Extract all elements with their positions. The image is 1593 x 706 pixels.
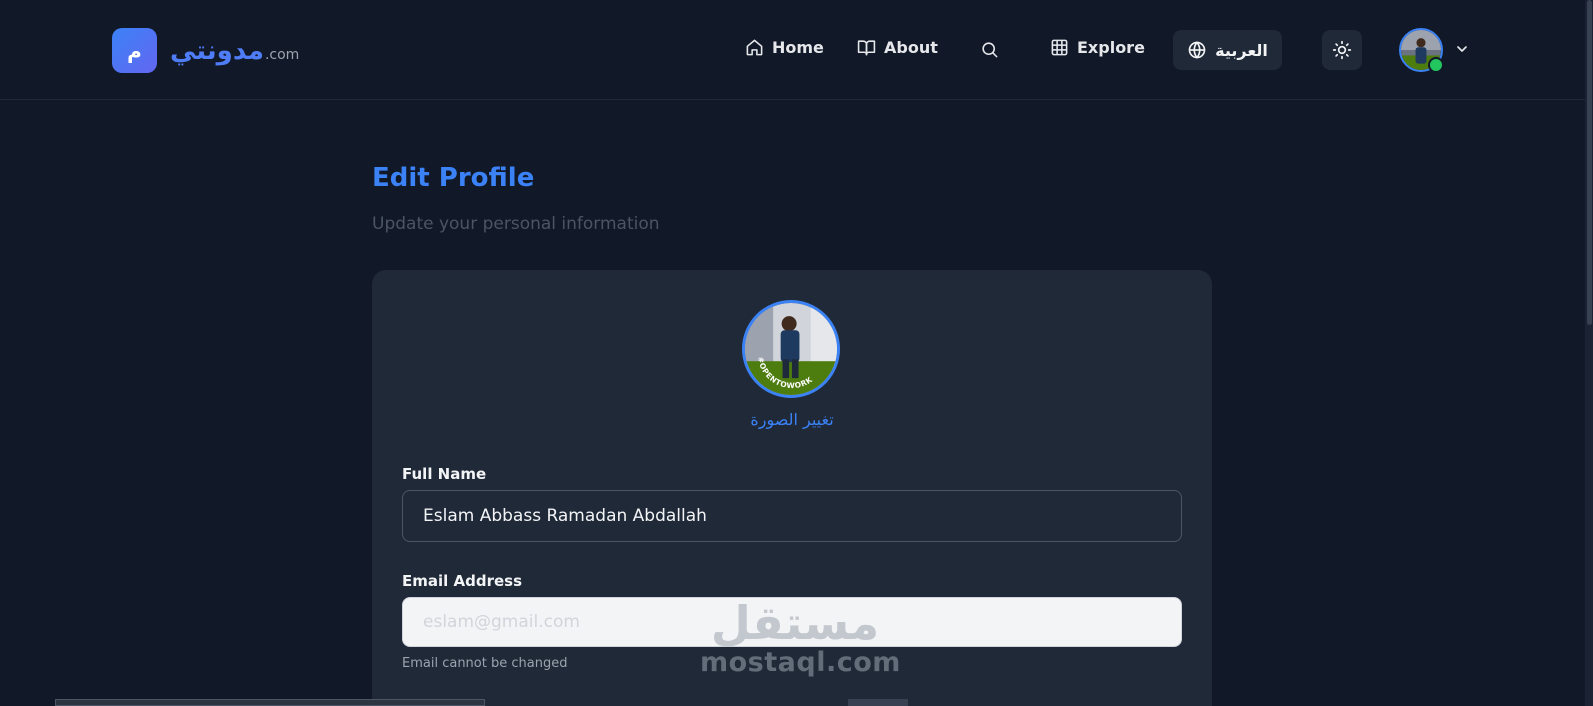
nav-home-link[interactable]: Home <box>745 38 824 57</box>
page-subtitle: Update your personal information <box>372 214 660 234</box>
book-open-icon <box>857 40 876 56</box>
top-navbar: م مدونتي .com Home About Explore العربية <box>0 0 1585 100</box>
nav-about-link[interactable]: About <box>857 38 938 57</box>
nav-explore-link[interactable]: Explore <box>1050 38 1145 57</box>
email-label: Email Address <box>402 572 523 590</box>
profile-photo[interactable]: #OPENTOWORK <box>742 300 840 398</box>
page-scrollbar-thumb[interactable] <box>1587 0 1592 325</box>
nav-explore-label: Explore <box>1077 38 1145 57</box>
logo-badge: م <box>112 28 157 73</box>
page-title: Edit Profile <box>372 163 535 193</box>
logo-name: مدونتي <box>170 35 264 66</box>
theme-toggle-button[interactable] <box>1322 30 1362 70</box>
language-label: العربية <box>1215 40 1268 60</box>
logo-tld: .com <box>264 46 300 63</box>
sun-icon <box>1332 40 1352 60</box>
full-name-input[interactable] <box>402 490 1182 542</box>
nav-home-label: Home <box>772 38 824 57</box>
home-icon <box>746 39 763 56</box>
full-name-label: Full Name <box>402 465 487 483</box>
bottom-overlay-bar <box>55 699 485 706</box>
globe-icon <box>1188 41 1206 59</box>
watermark-arabic: مستقل <box>710 596 880 650</box>
watermark-latin: mostaql.com <box>700 647 901 678</box>
email-hint: Email cannot be changed <box>402 656 568 671</box>
search-button[interactable] <box>980 40 999 59</box>
nav-about-label: About <box>884 38 938 57</box>
mostaql-watermark: مستقل mostaql.com <box>700 596 901 678</box>
profile-photo-image: #OPENTOWORK <box>745 303 837 395</box>
site-logo[interactable]: م مدونتي .com <box>112 28 299 73</box>
language-toggle-button[interactable]: العربية <box>1173 30 1282 70</box>
chevron-down-icon[interactable] <box>1454 41 1470 57</box>
grid-icon <box>1051 39 1068 56</box>
bottom-overlay-tab <box>848 699 908 706</box>
online-status-dot <box>1428 57 1444 73</box>
change-photo-link[interactable]: تغيير الصورة <box>372 410 1212 429</box>
search-icon <box>982 42 998 58</box>
